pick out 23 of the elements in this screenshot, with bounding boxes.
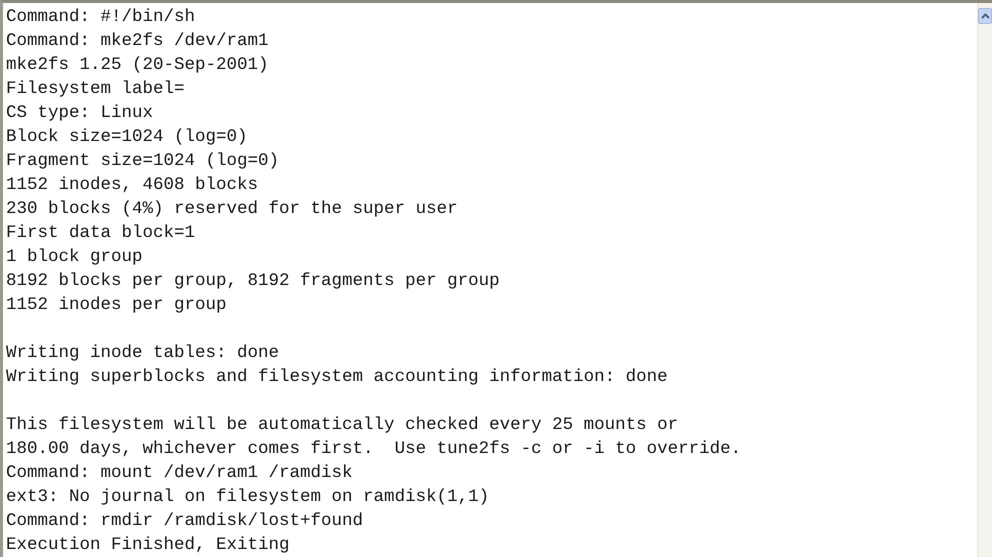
- console-line: ext3: No journal on filesystem on ramdisk(1,1): [6, 486, 490, 509]
- console-line: CS type: Linux: [6, 102, 154, 125]
- console-line: 180.00 days, whichever comes first. Use tune2fs -c or -i to override.: [6, 438, 742, 461]
- console-line: mke2fs 1.25 (20-Sep-2001): [6, 54, 270, 77]
- console-line: 230 blocks (4%) reserved for the super user: [6, 198, 459, 221]
- console-line: This filesystem will be automatically checked every 25 mounts or: [6, 414, 680, 437]
- console-line: Block size=1024 (log=0): [6, 126, 249, 149]
- console-line: 1152 inodes per group: [6, 294, 228, 317]
- console-line: Command: mount /dev/ram1 /ramdisk: [6, 462, 354, 485]
- console-line: Command: rmdir /ramdisk/lost+found: [6, 510, 364, 533]
- console-line: Command: #!/bin/sh: [6, 6, 196, 29]
- scroll-up-button[interactable]: [978, 8, 992, 24]
- console-line: Filesystem label=: [6, 78, 186, 101]
- console-line: First data block=1: [6, 222, 196, 245]
- console-line: 1152 inodes, 4608 blocks: [6, 174, 260, 197]
- console-line: 8192 blocks per group, 8192 fragments per group: [6, 270, 501, 293]
- console-line: Command: mke2fs /dev/ram1: [6, 30, 270, 53]
- console-line: Writing inode tables: done: [6, 342, 280, 365]
- scrollbar[interactable]: [977, 3, 992, 557]
- console-line: 1 block group: [6, 246, 144, 269]
- console-line: Execution Finished, Exiting: [6, 534, 291, 557]
- console-line: Fragment size=1024 (log=0): [6, 150, 280, 173]
- console-line: Writing superblocks and filesystem accounting information: done: [6, 366, 669, 389]
